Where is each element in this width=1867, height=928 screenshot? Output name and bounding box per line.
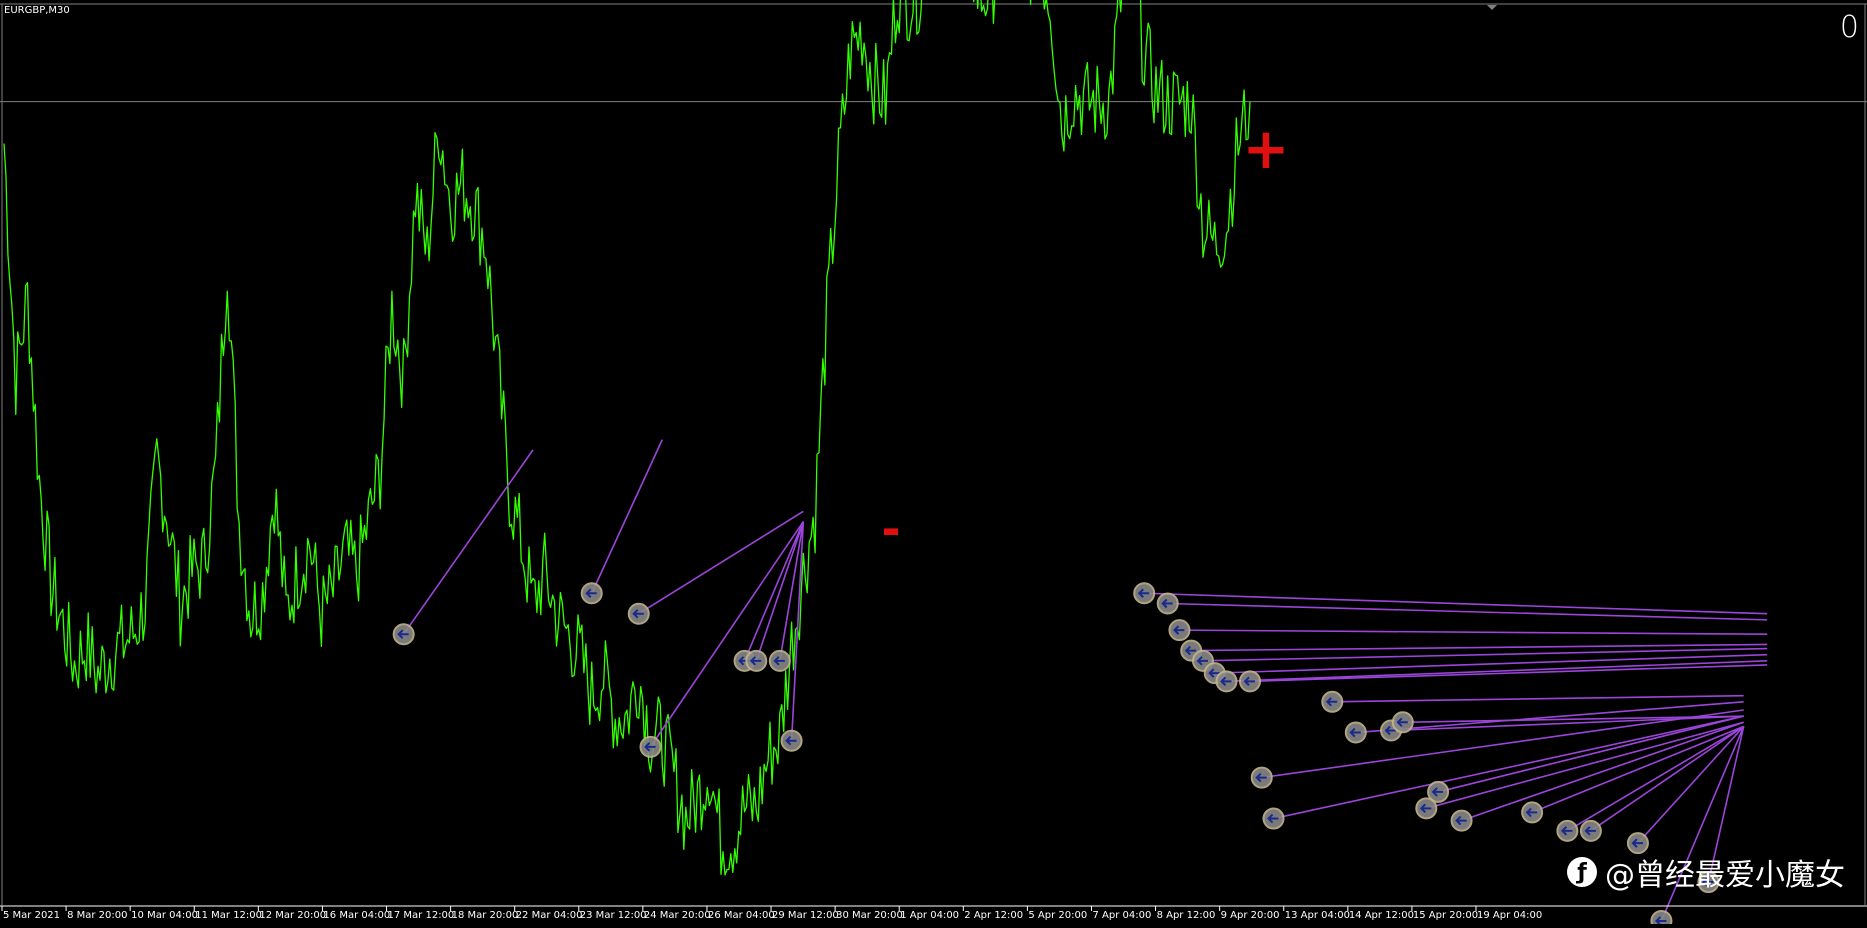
time-axis-tick-label: 29 Mar 12:00 — [772, 910, 839, 921]
time-axis-tick-label: 22 Mar 04:00 — [516, 910, 583, 921]
trade-entry-marker — [1250, 766, 1273, 789]
time-axis-tick-label: 23 Mar 12:00 — [580, 910, 647, 921]
trade-entry-marker — [745, 649, 768, 672]
time-axis-tick-label: 26 Mar 04:00 — [708, 910, 775, 921]
trade-entry-marker — [392, 623, 415, 646]
trade-connector — [638, 510, 804, 615]
price-line-series — [3, 0, 1251, 876]
minus-sign-annotation: - — [881, 502, 900, 556]
trade-entry-marker — [1133, 582, 1156, 605]
annotation-layer: +- — [881, 117, 1289, 556]
time-axis-tick-label: 13 Apr 04:00 — [1285, 910, 1350, 921]
trade-connector — [403, 449, 534, 635]
trade-entry-marker — [1156, 592, 1179, 615]
trade-entry-marker — [1556, 819, 1579, 842]
trade-connector — [1637, 725, 1745, 844]
time-axis: 5 Mar 2021 8 Mar 20:00 10 Mar 04:0011 Mar … — [0, 905, 1867, 921]
time-axis-tick-label: 24 Mar 20:00 — [644, 910, 711, 921]
time-axis-tick-label: 18 Mar 20:00 — [452, 910, 519, 921]
trade-connector — [1426, 721, 1744, 810]
time-axis-tick-label: 8 Mar 20:00 — [67, 910, 127, 921]
trade-entry-marker — [1344, 721, 1367, 744]
time-axis-tick-label: 5 Apr 20:00 — [1028, 910, 1087, 921]
trade-entry-marker — [1650, 909, 1673, 928]
trade-connector — [591, 439, 663, 594]
trade-connector — [1167, 602, 1768, 621]
time-axis-tick-label: 9 Apr 20:00 — [1221, 910, 1280, 921]
time-axis-tick-label: 15 Apr 20:00 — [1413, 910, 1478, 921]
time-axis-tick-label: 1 Apr 04:00 — [900, 910, 959, 921]
trade-entry-marker — [1262, 807, 1285, 830]
time-axis-tick-label: 10 Mar 04:00 — [131, 910, 198, 921]
trade-entry-marker — [1168, 619, 1191, 642]
trade-entry-marker — [1521, 801, 1544, 824]
trade-entry-marker — [639, 735, 662, 758]
time-axis-tick-label: 19 Apr 04:00 — [1477, 910, 1542, 921]
trade-connector — [1566, 725, 1745, 832]
chart-window[interactable]: + - 5 Mar 2021 8 Mar 20:00 10 Mar 04:00 11 M… — [0, 0, 1867, 928]
trade-entry-marker — [1415, 797, 1438, 820]
watermark-text: @曾经最爱小魔女 — [1605, 858, 1845, 893]
symbol-timeframe-label: EURGBP,M30 — [4, 5, 70, 16]
trade-entry-marker — [1450, 809, 1473, 832]
counter-value: 0 — [1839, 10, 1859, 45]
time-axis-tick-label: 7 Apr 04:00 — [1092, 910, 1151, 921]
time-axis-tick-label: 12 Mar 20:00 — [259, 910, 326, 921]
time-axis-tick-label: 2 Apr 12:00 — [964, 910, 1023, 921]
trade-entry-marker — [580, 582, 603, 605]
trade-entry-marker — [1239, 670, 1261, 693]
watermark: ƒ @曾经最爱小魔女 — [1567, 850, 1845, 894]
time-axis-tick-label: 5 Mar 2021 — [3, 910, 60, 921]
trade-entry-marker — [768, 649, 791, 672]
trade-connector — [1332, 694, 1744, 703]
trade-entry-marker — [1579, 819, 1602, 842]
trade-entry-marker — [627, 602, 650, 625]
trade-connector — [1461, 721, 1744, 822]
trade-entry-marker — [1391, 711, 1414, 734]
trade-connector — [1179, 629, 1768, 636]
time-axis-tick-label: 17 Mar 12:00 — [388, 910, 455, 921]
price-series-layer — [3, 0, 1251, 876]
time-axis-tick-label: 14 Apr 12:00 — [1349, 910, 1414, 921]
chart-shift-marker[interactable] — [1487, 5, 1497, 10]
time-axis-tick-label: 8 Apr 12:00 — [1157, 910, 1216, 921]
trade-entry-marker — [1215, 670, 1238, 693]
trade-entry-marker — [1321, 690, 1344, 713]
trade-connector — [1402, 715, 1744, 724]
watermark-logo-icon: ƒ — [1567, 857, 1597, 887]
trade-connector-layer — [403, 439, 1768, 922]
trade-entry-marker — [780, 729, 803, 752]
trade-connector — [1202, 647, 1768, 662]
price-chart[interactable]: +- 5 Mar 2021 8 Mar 20:00 10 Mar 04:0011 M… — [0, 0, 1867, 928]
time-axis-tick-label: 16 Mar 04:00 — [323, 910, 390, 921]
trade-marker-layer — [392, 582, 1720, 928]
trade-connector — [1249, 664, 1768, 683]
time-axis-tick-label: 11 Mar 12:00 — [195, 910, 262, 921]
time-axis-tick-label: 30 Mar 20:00 — [836, 910, 903, 921]
plus-sign-annotation: + — [1243, 117, 1290, 182]
trade-marker-circle — [1650, 909, 1673, 928]
